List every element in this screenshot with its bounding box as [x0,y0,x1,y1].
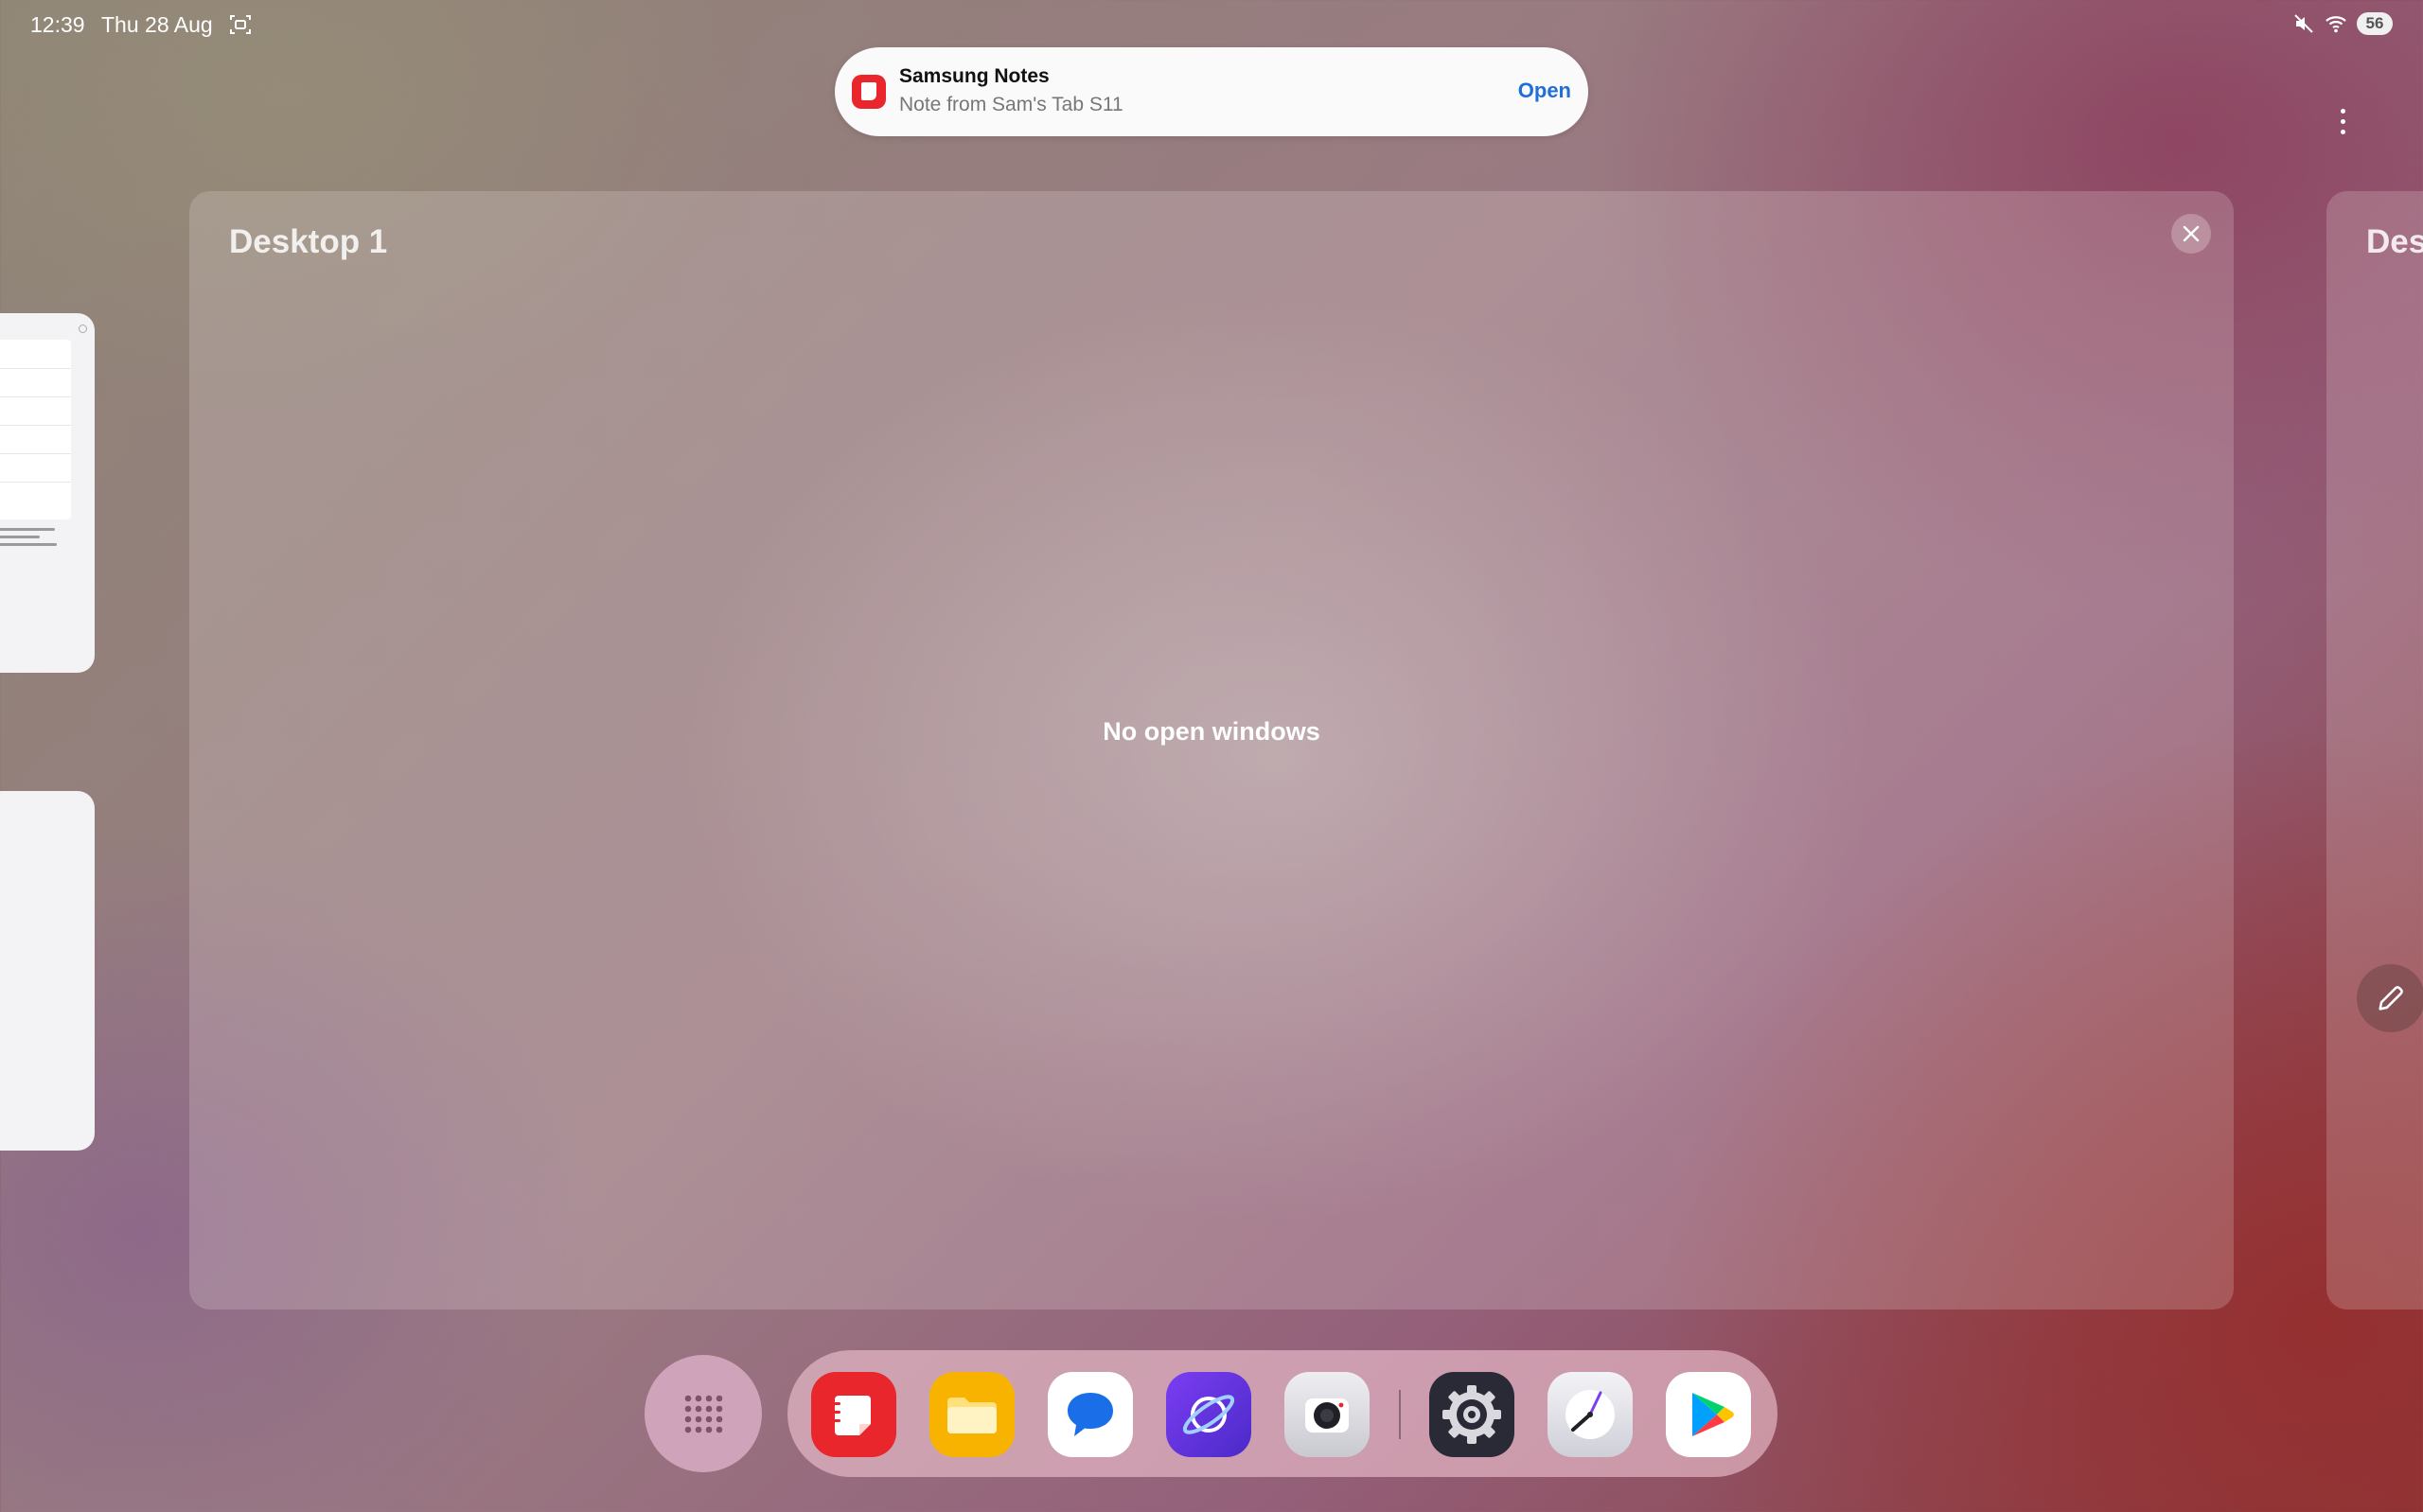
camera-icon[interactable] [1284,1372,1370,1457]
edit-icon[interactable] [2357,964,2423,1032]
window-thumbnail-text [0,523,66,551]
wifi-icon [2326,16,2346,33]
play-store-icon[interactable] [1666,1372,1751,1457]
next-desktop-card[interactable]: Des [2326,191,2423,1310]
folder-icon[interactable] [929,1372,1015,1457]
clock-icon[interactable] [1548,1372,1633,1457]
desktop-title: Desktop 1 [229,223,388,260]
battery-icon: 56 [2357,12,2393,35]
app-drawer-icon[interactable] [645,1355,762,1472]
samsung-notes-icon[interactable] [811,1372,896,1457]
more-options-icon[interactable] [2328,102,2357,140]
window-thumbnail [0,340,71,519]
dock-divider [1399,1390,1401,1439]
close-icon[interactable] [2171,214,2211,254]
internet-icon[interactable] [1166,1372,1251,1457]
samsung-notes-icon [852,75,886,109]
settings-icon[interactable] [1429,1372,1514,1457]
previous-desktop-window-preview[interactable] [0,791,95,1151]
screenshot-icon [230,15,251,34]
messages-icon[interactable] [1048,1372,1133,1457]
previous-desktop-window-preview[interactable] [0,313,95,673]
notification-app-name: Samsung Notes [899,65,1050,87]
notification-open-button[interactable]: Open [1518,79,1571,103]
status-time: 12:39 [30,12,85,37]
status-bar: 12:39 Thu 28 Aug 56 [0,0,2423,53]
desktop-card[interactable]: Desktop 1 No open windows [189,191,2234,1310]
app-dock [787,1350,1777,1477]
status-date: Thu 28 Aug [101,12,213,37]
notification-text: Note from Sam's Tab S11 [899,94,1123,115]
empty-desktop-message: No open windows [1103,717,1320,746]
mute-icon [2294,14,2313,33]
status-icons: 56 [2292,12,2393,35]
desktop-title: Des [2366,223,2423,260]
notification-banner[interactable]: Samsung Notes Note from Sam's Tab S11 Op… [835,47,1588,136]
window-close-icon [79,325,87,333]
